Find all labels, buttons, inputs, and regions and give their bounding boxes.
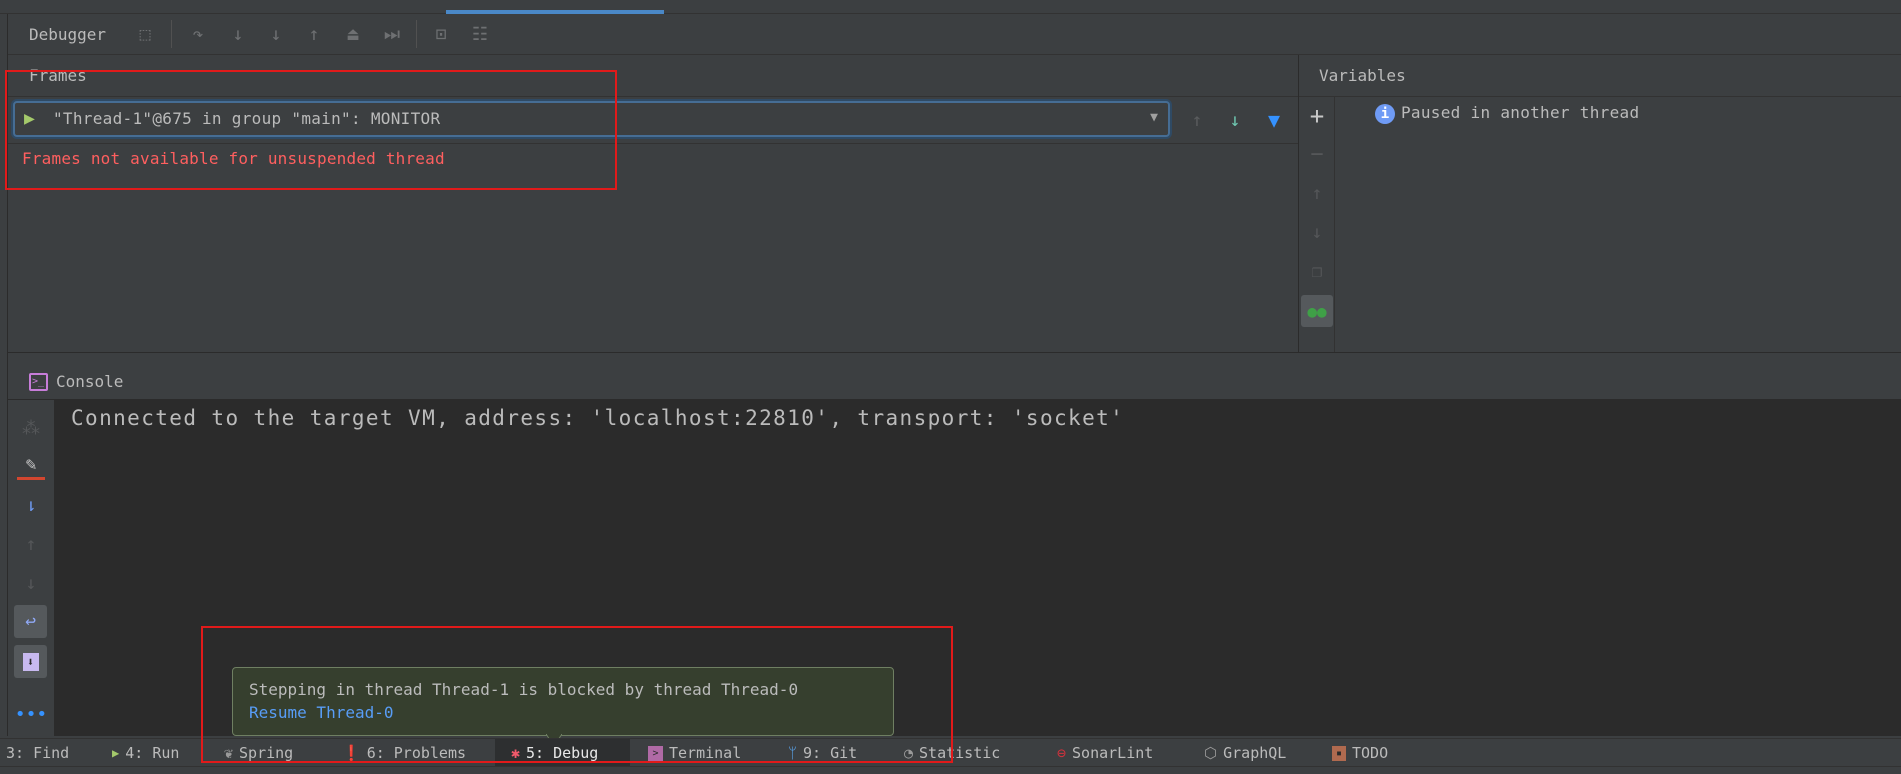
threads-icon[interactable]: ⁂ bbox=[17, 414, 45, 442]
graphql-icon: ⬡ bbox=[1204, 744, 1218, 762]
trace-icon[interactable]: ☷ bbox=[468, 22, 492, 46]
sonarlint-icon: ⊖ bbox=[1057, 744, 1067, 762]
run-to-cursor-icon[interactable]: ⏭ bbox=[380, 22, 404, 46]
remove-watch-icon[interactable]: − bbox=[1303, 140, 1331, 168]
sort-icon[interactable]: ⇂ bbox=[17, 491, 45, 519]
highlight-box-notification bbox=[201, 626, 953, 763]
drop-frame-icon[interactable]: ⏏ bbox=[341, 22, 365, 46]
highlight-box-frames bbox=[5, 70, 617, 190]
scroll-up-icon[interactable]: ↑ bbox=[17, 530, 45, 558]
glasses-icon[interactable]: ●● bbox=[1301, 295, 1333, 327]
variables-header: Variables bbox=[1299, 55, 1901, 97]
console-icon: >_ bbox=[29, 373, 48, 391]
step-into-icon[interactable]: ↓ bbox=[226, 22, 250, 46]
console-title[interactable]: Console bbox=[56, 372, 123, 391]
move-down-icon[interactable]: ↓ bbox=[1303, 218, 1331, 246]
chevron-down-icon[interactable]: ▼ bbox=[1150, 110, 1158, 125]
soft-wrap-icon[interactable]: ↩ bbox=[14, 605, 47, 638]
tool-find[interactable]: 3: Find bbox=[6, 739, 69, 767]
previous-frame-icon[interactable]: ↑ bbox=[1184, 107, 1210, 133]
next-frame-icon[interactable]: ↓ bbox=[1222, 107, 1248, 133]
run-icon: ▶ bbox=[112, 746, 120, 760]
more-icon[interactable]: ••• bbox=[15, 700, 48, 728]
restore-layout-icon[interactable]: ⬚ bbox=[133, 22, 157, 46]
step-over-icon[interactable]: ↷ bbox=[186, 22, 210, 46]
duplicate-icon[interactable]: ❐ bbox=[1303, 257, 1331, 285]
tool-label: TODO bbox=[1352, 744, 1389, 762]
tool-sonarlint[interactable]: ⊖ SonarLint bbox=[1057, 739, 1153, 767]
tool-run[interactable]: ▶ 4: Run bbox=[112, 739, 179, 767]
tool-graphql[interactable]: ⬡ GraphQL bbox=[1204, 739, 1286, 767]
tool-label: 3: Find bbox=[6, 744, 70, 762]
add-watch-icon[interactable]: + bbox=[1303, 102, 1331, 130]
info-icon: i bbox=[1375, 104, 1395, 124]
move-up-icon[interactable]: ↑ bbox=[1303, 179, 1331, 207]
todo-icon: ▪ bbox=[1332, 745, 1346, 761]
editor-tabs-strip bbox=[0, 0, 1901, 14]
scroll-down-icon[interactable]: ↓ bbox=[17, 569, 45, 597]
filter-icon[interactable]: ▼ bbox=[1261, 107, 1287, 133]
console-toolbar: ⁂ ✎ ⇂ ↑ ↓ ↩ ⬇ ••• bbox=[8, 400, 54, 736]
variables-title: Variables bbox=[1319, 66, 1406, 85]
tool-label: SonarLint bbox=[1072, 744, 1154, 762]
step-out-icon[interactable]: ↑ bbox=[302, 22, 326, 46]
status-bar bbox=[0, 766, 1901, 774]
evaluate-expression-icon[interactable]: ⊡ bbox=[429, 22, 453, 46]
force-step-into-icon[interactable]: ↓ bbox=[264, 22, 288, 46]
console-line: Connected to the target VM, address: 'lo… bbox=[71, 406, 1125, 430]
debugger-toolbar: Debugger ⬚ ↷ ↓ ↓ ↑ ⏏ ⏭ ⊡ ☷ bbox=[8, 14, 1901, 55]
pane-splitter-horizontal[interactable] bbox=[8, 352, 1901, 364]
variables-toolbar: + − ↑ ↓ ❐ ●● bbox=[1299, 97, 1335, 352]
debugger-tab-label[interactable]: Debugger bbox=[29, 25, 106, 44]
tool-label: 4: Run bbox=[125, 744, 180, 762]
scroll-to-end-icon[interactable]: ⬇ bbox=[14, 645, 47, 678]
tool-label: GraphQL bbox=[1223, 744, 1287, 762]
console-header: >_ Console bbox=[8, 364, 1901, 400]
clear-console-icon[interactable]: ✎ bbox=[17, 452, 45, 480]
tool-todo[interactable]: ▪ TODO bbox=[1332, 739, 1388, 767]
variables-message: Paused in another thread bbox=[1401, 103, 1640, 122]
